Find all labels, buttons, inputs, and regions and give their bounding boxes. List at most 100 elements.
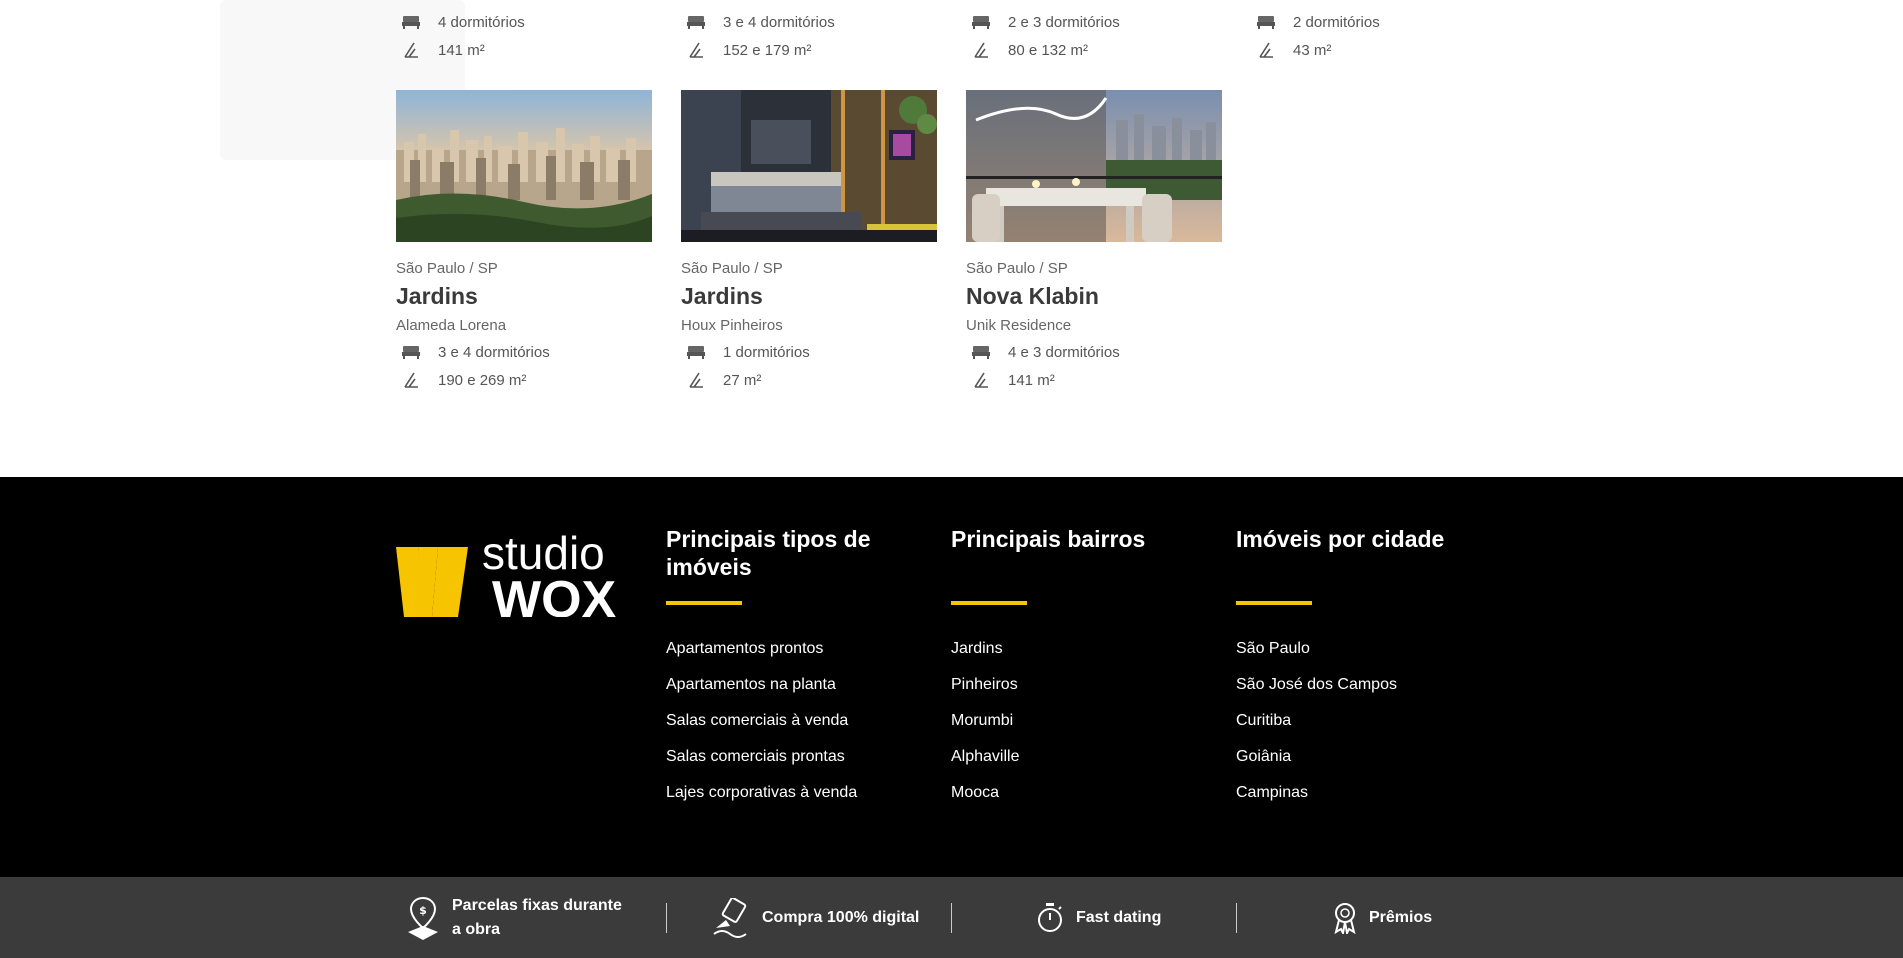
bedrooms-text: 3 e 4 dormitórios	[723, 13, 835, 31]
svg-text:$: $	[419, 904, 427, 917]
bed-icon	[402, 344, 420, 360]
bedrooms-text: 3 e 4 dormitórios	[438, 343, 550, 361]
footer-column-title: Imóveis por cidade	[1236, 526, 1445, 552]
footer-link-list: Jardins Pinheiros Morumbi Alphaville Moo…	[951, 639, 1191, 819]
area-text: 27 m²	[723, 371, 762, 389]
footer-link-list: Apartamentos prontos Apartamentos na pla…	[666, 639, 906, 819]
area-ruler-icon	[402, 372, 420, 388]
area-spec: 190 e 269 m²	[396, 366, 652, 394]
area-text: 152 e 179 m²	[723, 41, 812, 59]
bed-icon	[972, 14, 990, 30]
bedrooms-text: 2 e 3 dormitórios	[1008, 13, 1120, 31]
footer-link[interactable]: Curitiba	[1236, 711, 1476, 747]
footer-link[interactable]: Salas comerciais à venda	[666, 711, 906, 747]
bedrooms-spec: 2 dormitórios	[1251, 8, 1511, 36]
city-skyline-photo[interactable]	[396, 90, 652, 242]
footer-link[interactable]: Pinheiros	[951, 675, 1191, 711]
footer-link-list: São Paulo São José dos Campos Curitiba G…	[1236, 639, 1476, 819]
card-neighborhood[interactable]: Nova Klabin	[966, 283, 1222, 310]
footer-link[interactable]: Salas comerciais prontas	[666, 747, 906, 783]
benefit-label: Prêmios	[1369, 908, 1433, 926]
stopwatch-icon	[1036, 902, 1064, 934]
area-ruler-icon	[687, 372, 705, 388]
area-ruler-icon	[402, 42, 420, 58]
footer-link[interactable]: Mooca	[951, 783, 1191, 819]
listing-card[interactable]: São Paulo / SP Jardins Alameda Lorena 3 …	[396, 90, 652, 394]
footer-column-property-types: Principais tipos de imóveis Apartamentos…	[666, 525, 906, 819]
bed-icon	[972, 344, 990, 360]
footer-link[interactable]: Lajes corporativas à venda	[666, 783, 906, 819]
footer-link[interactable]: Apartamentos prontos	[666, 639, 906, 675]
footer-link[interactable]: Campinas	[1236, 783, 1476, 819]
area-text: 141 m²	[438, 41, 485, 59]
footer-column-neighborhoods: Principais bairros Jardins Pinheiros Mor…	[951, 525, 1191, 819]
bedrooms-spec: 4 e 3 dormitórios	[966, 338, 1222, 366]
listing-specs: 2 e 3 dormitórios 80 e 132 m²	[966, 8, 1226, 64]
bed-icon	[687, 14, 705, 30]
divider	[951, 903, 952, 933]
area-spec: 27 m²	[681, 366, 937, 394]
benefit-fast-dating: Fast dating	[1036, 877, 1161, 958]
benefit-awards: Prêmios	[1333, 877, 1432, 958]
footer-column-title: Principais tipos de imóveis	[666, 526, 871, 580]
map-pin-money-icon: $	[406, 896, 440, 940]
area-ruler-icon	[972, 372, 990, 388]
accent-bar	[951, 601, 1027, 605]
bed-icon	[1257, 14, 1275, 30]
listing-card[interactable]: São Paulo / SP Jardins Houx Pinheiros 1 …	[681, 90, 937, 394]
footer-link[interactable]: Goiânia	[1236, 747, 1476, 783]
area-text: 43 m²	[1293, 41, 1332, 59]
bedrooms-spec: 4 dormitórios	[396, 8, 656, 36]
footer-link[interactable]: Apartamentos na planta	[666, 675, 906, 711]
area-spec: 141 m²	[396, 36, 656, 64]
listing-row-top: 4 dormitórios 141 m² 3 e 4 dormitórios 1…	[0, 0, 1903, 64]
footer-link[interactable]: Alphaville	[951, 747, 1191, 783]
listing-specs: 4 dormitórios 141 m²	[396, 8, 656, 64]
bedrooms-spec: 3 e 4 dormitórios	[396, 338, 652, 366]
footer-link[interactable]: São José dos Campos	[1236, 675, 1476, 711]
card-project: Alameda Lorena	[396, 317, 507, 334]
bedrooms-text: 4 e 3 dormitórios	[1008, 343, 1120, 361]
listing-card[interactable]: São Paulo / SP Nova Klabin Unik Residenc…	[966, 90, 1222, 394]
divider	[1236, 903, 1237, 933]
area-spec: 80 e 132 m²	[966, 36, 1226, 64]
area-text: 141 m²	[1008, 371, 1055, 389]
footer-link[interactable]: São Paulo	[1236, 639, 1476, 675]
bed-icon	[402, 14, 420, 30]
card-project: Unik Residence	[966, 317, 1072, 334]
area-text: 80 e 132 m²	[1008, 41, 1089, 59]
card-neighborhood[interactable]: Jardins	[396, 283, 652, 310]
benefit-label: Compra 100% digital	[762, 908, 920, 926]
footer-link[interactable]: Morumbi	[951, 711, 1191, 747]
bedrooms-text: 4 dormitórios	[438, 13, 525, 31]
digital-signature-icon	[712, 897, 750, 938]
award-ribbon-icon	[1333, 902, 1357, 934]
benefit-label: Parcelas fixas durante a obra	[452, 896, 622, 938]
listing-specs: 3 e 4 dormitórios 152 e 179 m²	[681, 8, 941, 64]
area-spec: 141 m²	[966, 366, 1222, 394]
listing-specs: 2 dormitórios 43 m²	[1251, 8, 1511, 64]
footer-column-cities: Imóveis por cidade São Paulo São José do…	[1236, 525, 1476, 819]
bedrooms-text: 2 dormitórios	[1293, 13, 1380, 31]
benefits-bar: $ Parcelas fixas durante a obra Compra 1…	[0, 877, 1903, 958]
footer-column-title: Principais bairros	[951, 526, 1146, 552]
card-city: São Paulo / SP	[966, 260, 1068, 277]
bed-icon	[687, 344, 705, 360]
studio-wox-logo[interactable]: studio WOX	[396, 525, 618, 629]
area-ruler-icon	[687, 42, 705, 58]
card-city: São Paulo / SP	[681, 260, 783, 277]
benefit-digital-purchase: Compra 100% digital	[712, 877, 919, 958]
dining-balcony-photo[interactable]	[966, 90, 1222, 242]
benefit-label: Fast dating	[1076, 908, 1162, 926]
accent-bar	[1236, 601, 1312, 605]
bedroom-interior-photo[interactable]	[681, 90, 937, 242]
card-city: São Paulo / SP	[396, 260, 498, 277]
footer-link[interactable]: Jardins	[951, 639, 1191, 675]
bedrooms-spec: 1 dormitórios	[681, 338, 937, 366]
card-neighborhood[interactable]: Jardins	[681, 283, 937, 310]
area-spec: 152 e 179 m²	[681, 36, 941, 64]
benefit-fixed-installments: $ Parcelas fixas durante a obra	[406, 877, 646, 958]
area-ruler-icon	[972, 42, 990, 58]
divider	[666, 903, 667, 933]
area-ruler-icon	[1257, 42, 1275, 58]
